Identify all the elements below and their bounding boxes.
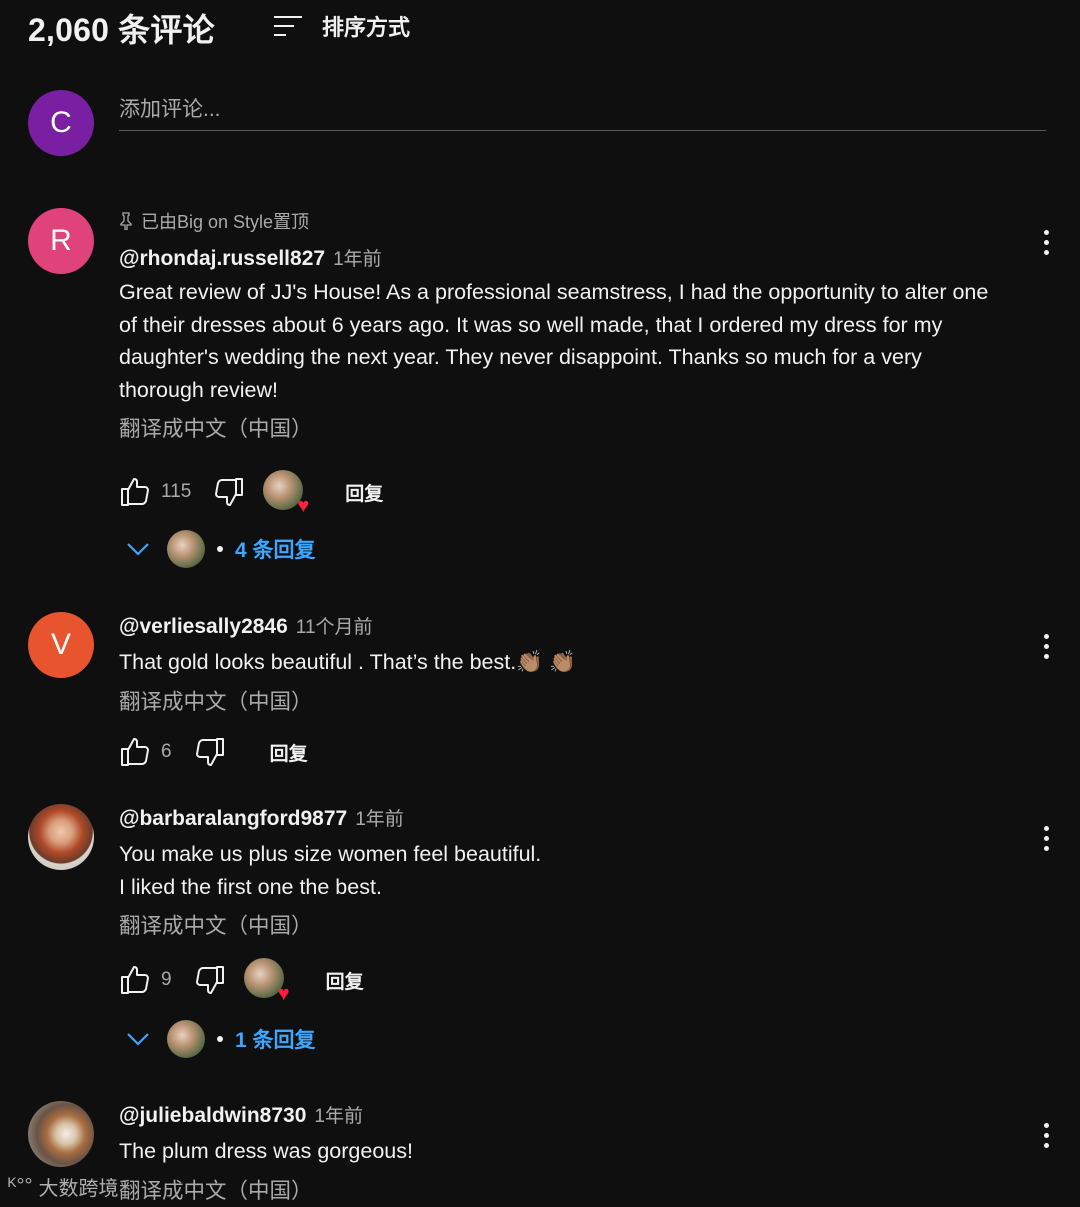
comment-meta: @verliesally2846 11个月前 [119,612,998,642]
reply-button[interactable]: 回复 [326,967,364,994]
watermark: ᴷ°° 大数跨境 [8,1172,119,1201]
thumbs-down-icon [215,478,244,506]
dislike-button[interactable] [194,964,226,996]
more-options-icon[interactable] [1034,1115,1058,1155]
more-options-icon[interactable] [1034,222,1058,262]
comment-body: @verliesally2846 11个月前 That gold looks b… [119,612,998,716]
translate-link[interactable]: 翻译成中文（中国） [119,412,998,443]
sort-button[interactable]: 排序方式 [272,10,410,42]
like-count: 9 [161,969,172,990]
watermark-logo-icon: ᴷ°° [8,1175,33,1197]
translate-link[interactable]: 翻译成中文（中国） [119,909,998,940]
comment-body: @barbaralangford9877 1年前 You make us plu… [119,804,998,940]
like-button[interactable]: 9 [119,964,172,996]
pin-icon [120,212,132,230]
like-count: 115 [161,481,192,502]
comment-time[interactable]: 1年前 [333,244,382,271]
comment-meta: @juliebaldwin8730 1年前 [119,1101,998,1131]
comment-meta: @barbaralangford9877 1年前 [119,804,998,834]
comment-actions: 9 ♥ 回复 [119,958,364,1005]
commenter-avatar[interactable]: R [28,208,94,274]
like-button[interactable]: 115 [119,476,191,508]
chevron-down-icon [127,543,149,556]
comment-text: That gold looks beautiful . That’s the b… [119,650,576,674]
comment-actions: 115 ♥ 回复 [119,470,383,517]
creator-avatar [167,1020,205,1058]
creator-avatar [167,530,205,568]
comment-text: The plum dress was gorgeous! [119,1139,413,1163]
watermark-text: 大数跨境 [38,1178,119,1200]
comment-author[interactable]: @barbaralangford9877 [119,807,347,831]
reply-button[interactable]: 回复 [270,739,308,766]
thumbs-down-icon [195,738,224,766]
sort-icon [274,16,302,36]
chevron-down-icon [127,1033,149,1046]
heart-icon: ♥ [297,495,310,517]
thumbs-up-icon [121,478,149,506]
comment-text: Great review of JJ's House! As a profess… [119,280,989,402]
sort-label: 排序方式 [322,15,411,40]
like-count: 6 [161,741,172,762]
comments-header: 2,060 条评论 [28,8,215,48]
translate-link[interactable]: 翻译成中文（中国） [119,1174,998,1205]
thumbs-up-icon [121,738,149,766]
comment-thread: R 已由Big on Style置顶 @rhondaj.russell827 1… [28,208,1058,588]
comment-thread: @barbaralangford9877 1年前 You make us plu… [28,804,1058,1064]
comment-author[interactable]: @rhondaj.russell827 [119,247,325,271]
translate-link[interactable]: 翻译成中文（中国） [119,685,998,716]
creator-heart-badge: ♥ [263,470,310,517]
thumbs-down-icon [195,966,224,994]
thumbs-up-icon [121,966,149,994]
comment-author[interactable]: @juliebaldwin8730 [119,1104,306,1128]
commenter-avatar[interactable] [28,804,94,870]
pinned-text: 已由Big on Style置顶 [141,212,310,232]
comment-thread: V @verliesally2846 11个月前 That gold looks… [28,612,1058,782]
comment-body: 已由Big on Style置顶 @rhondaj.russell827 1年前… [119,208,998,443]
dislike-button[interactable] [194,736,226,768]
like-button[interactable]: 6 [119,736,172,768]
add-comment-input[interactable] [119,90,1046,131]
replies-count: 4 条回复 [235,539,316,562]
comment-time[interactable]: 1年前 [355,804,404,831]
separator-dot [217,1036,223,1042]
comment-thread: @juliebaldwin8730 1年前 The plum dress was… [28,1101,1058,1207]
heart-icon: ♥ [277,983,290,1005]
comment-actions: 6 回复 [119,730,308,774]
add-comment-row: C [28,90,1046,156]
commenter-avatar[interactable] [28,1101,94,1167]
comment-body: @juliebaldwin8730 1年前 The plum dress was… [119,1101,998,1205]
more-options-icon[interactable] [1034,626,1058,666]
view-replies-button[interactable]: 1 条回复 [125,1020,316,1058]
comment-meta: @rhondaj.russell827 1年前 [119,244,998,274]
view-replies-button[interactable]: 4 条回复 [125,530,316,568]
comment-time[interactable]: 1年前 [314,1101,363,1128]
replies-count: 1 条回复 [235,1029,316,1052]
commenter-avatar[interactable]: V [28,612,94,678]
dislike-button[interactable] [213,476,245,508]
separator-dot [217,546,223,552]
comment-time[interactable]: 11个月前 [296,612,373,639]
comment-text: You make us plus size women feel beautif… [119,842,542,899]
user-avatar[interactable]: C [28,90,94,156]
reply-button[interactable]: 回复 [345,479,383,506]
pinned-label: 已由Big on Style置顶 [119,208,998,234]
creator-heart-badge: ♥ [243,958,290,1005]
comment-author[interactable]: @verliesally2846 [119,615,288,639]
comment-count: 2,060 条评论 [28,12,215,48]
more-options-icon[interactable] [1034,818,1058,858]
